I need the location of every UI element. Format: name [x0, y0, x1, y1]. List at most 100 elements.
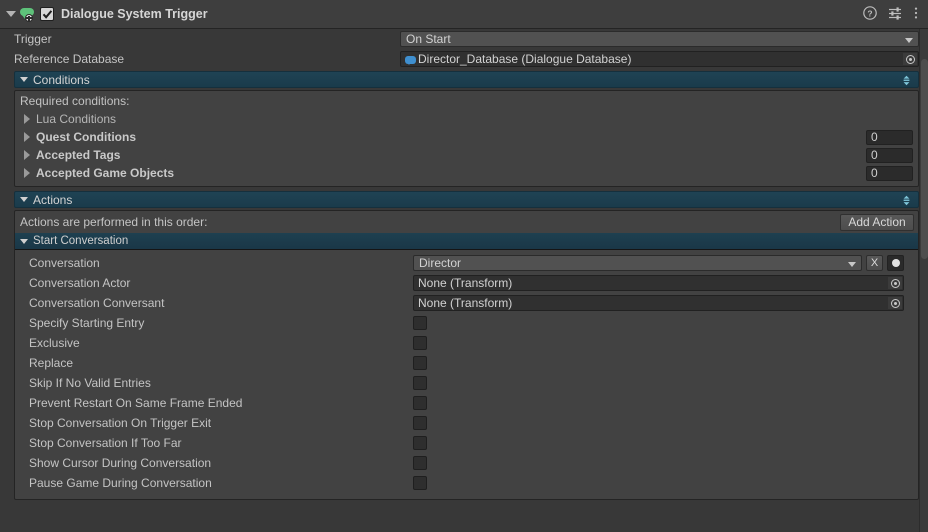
stop-conversation-if-too-far-label: Stop Conversation If Too Far	[29, 436, 182, 450]
start-conversation-header[interactable]: Start Conversation	[15, 233, 918, 250]
help-icon[interactable]: ?	[863, 5, 877, 23]
start-conversation-header-label: Start Conversation	[33, 235, 129, 247]
replace-checkbox[interactable]	[413, 356, 427, 370]
add-action-button[interactable]: Add Action	[840, 213, 914, 231]
conversation-conversant-value: None (Transform)	[418, 296, 513, 310]
prevent-restart-on-same-frame-ended-label: Prevent Restart On Same Frame Ended	[29, 396, 243, 410]
condition-row-accepted-tags[interactable]: Accepted Tags 0	[15, 146, 918, 164]
prevent-restart-on-same-frame-ended-checkbox[interactable]	[413, 396, 427, 410]
stop-conversation-on-trigger-exit-checkbox[interactable]	[413, 416, 427, 430]
field-row-prevent-restart-on-same-frame-ended: Prevent Restart On Same Frame Ended	[15, 393, 918, 413]
condition-row-quest[interactable]: Quest Conditions 0	[15, 128, 918, 146]
condition-label-quest: Quest Conditions	[36, 130, 136, 144]
chevron-down-icon	[848, 262, 856, 267]
svg-text:?: ?	[867, 8, 872, 18]
reference-database-object-field[interactable]: Director_Database (Dialogue Database)	[400, 51, 919, 67]
pick-conversation-button[interactable]	[887, 255, 904, 271]
more-menu-icon[interactable]	[913, 6, 919, 23]
field-row-show-cursor-during-conversation: Show Cursor During Conversation	[15, 453, 918, 473]
field-row-stop-conversation-if-too-far: Stop Conversation If Too Far	[15, 433, 918, 453]
conditions-header[interactable]: Conditions	[14, 71, 919, 88]
field-row-exclusive: Exclusive	[15, 333, 918, 353]
component-foldout-arrow-icon[interactable]	[4, 7, 18, 21]
condition-label-accepted-tags: Accepted Tags	[36, 148, 121, 162]
conversation-label: Conversation	[29, 256, 100, 270]
condition-row-lua[interactable]: Lua Conditions	[15, 110, 918, 128]
component-enabled-checkbox[interactable]	[40, 7, 54, 21]
object-picker-icon[interactable]	[903, 53, 917, 65]
vertical-scrollbar-thumb[interactable]	[921, 59, 928, 259]
conversation-actor-value: None (Transform)	[418, 276, 513, 290]
exclusive-checkbox[interactable]	[413, 336, 427, 350]
chevron-down-icon	[905, 38, 913, 43]
component-header-actions: ?	[863, 5, 922, 23]
exclusive-label: Exclusive	[29, 336, 80, 350]
field-row-conversation-conversant: Conversation Conversant None (Transform)	[15, 293, 918, 313]
field-row-stop-conversation-on-trigger-exit: Stop Conversation On Trigger Exit	[15, 413, 918, 433]
object-picker-icon[interactable]	[888, 277, 902, 289]
conditions-section: Conditions Required conditions: Lua Cond…	[0, 71, 928, 187]
specify-starting-entry-checkbox[interactable]	[413, 316, 427, 330]
stop-conversation-if-too-far-checkbox[interactable]	[413, 436, 427, 450]
actions-header[interactable]: Actions	[14, 191, 919, 208]
condition-label-accepted-game-objects: Accepted Game Objects	[36, 166, 175, 180]
condition-count-accepted-game-objects[interactable]: 0	[866, 165, 913, 181]
property-row-trigger: Trigger On Start	[0, 29, 928, 49]
actions-section: Actions Actions are performed in this or…	[0, 191, 928, 500]
chevron-right-icon[interactable]	[24, 114, 30, 124]
reference-database-value: Director_Database (Dialogue Database)	[418, 52, 632, 66]
clear-conversation-button[interactable]: X	[866, 255, 883, 271]
actions-foldout-icon	[20, 197, 28, 202]
condition-label-lua: Lua Conditions	[36, 112, 117, 126]
conversation-value: Director	[419, 256, 462, 270]
chevron-right-icon[interactable]	[24, 150, 30, 160]
specify-starting-entry-label: Specify Starting Entry	[29, 316, 145, 330]
replace-label: Replace	[29, 356, 74, 370]
field-row-specify-starting-entry: Specify Starting Entry	[15, 313, 918, 333]
show-cursor-during-conversation-label: Show Cursor During Conversation	[29, 456, 212, 470]
conversation-actor-object-field[interactable]: None (Transform)	[413, 275, 904, 291]
dialogue-database-icon	[405, 55, 416, 65]
conversation-dropdown[interactable]: Director	[413, 255, 862, 271]
reorder-handle-icon[interactable]	[901, 75, 912, 89]
field-row-replace: Replace	[15, 353, 918, 373]
preset-icon[interactable]	[888, 6, 902, 23]
condition-count-quest[interactable]: 0	[866, 129, 913, 145]
trigger-dropdown[interactable]: On Start	[400, 31, 919, 47]
reorder-handle-icon[interactable]	[901, 195, 912, 209]
start-conversation-foldout-icon	[20, 238, 28, 244]
conditions-note: Required conditions:	[20, 93, 130, 108]
actions-note-row: Actions are performed in this order: Add…	[15, 211, 918, 233]
component-title: Dialogue System Trigger	[61, 7, 208, 21]
pause-game-during-conversation-label: Pause Game During Conversation	[29, 476, 212, 490]
stop-conversation-on-trigger-exit-label: Stop Conversation On Trigger Exit	[29, 416, 212, 430]
field-row-skip-if-no-valid-entries: Skip If No Valid Entries	[15, 373, 918, 393]
chevron-right-icon[interactable]	[24, 168, 30, 178]
skip-if-no-valid-entries-label: Skip If No Valid Entries	[29, 376, 151, 390]
field-row-conversation-actor: Conversation Actor None (Transform)	[15, 273, 918, 293]
actions-box: Actions are performed in this order: Add…	[14, 210, 919, 500]
conditions-foldout-icon	[20, 77, 28, 82]
vertical-scrollbar-track[interactable]	[919, 29, 928, 532]
reference-database-label: Reference Database	[14, 52, 125, 66]
conversation-actor-label: Conversation Actor	[29, 276, 131, 290]
chevron-right-icon[interactable]	[24, 132, 30, 142]
object-picker-icon[interactable]	[888, 297, 902, 309]
trigger-label: Trigger	[14, 32, 52, 46]
property-row-reference-database: Reference Database Director_Database (Di…	[0, 49, 928, 69]
pause-game-during-conversation-checkbox[interactable]	[413, 476, 427, 490]
field-row-pause-game-during-conversation: Pause Game During Conversation	[15, 473, 918, 493]
conversation-conversant-label: Conversation Conversant	[29, 296, 165, 310]
component-header[interactable]: Dialogue System Trigger ?	[0, 0, 928, 29]
conditions-box: Required conditions: Lua Conditions Ques…	[14, 90, 919, 187]
field-row-conversation: Conversation Director X	[15, 253, 918, 273]
dialogue-system-component-icon	[19, 5, 37, 23]
condition-count-accepted-tags[interactable]: 0	[866, 147, 913, 163]
top-properties: Trigger On Start Reference Database Dire…	[0, 29, 928, 69]
condition-row-accepted-game-objects[interactable]: Accepted Game Objects 0	[15, 164, 918, 182]
show-cursor-during-conversation-checkbox[interactable]	[413, 456, 427, 470]
actions-header-label: Actions	[33, 192, 73, 207]
start-conversation-body: Conversation Director X Conversation Act…	[15, 250, 918, 499]
skip-if-no-valid-entries-checkbox[interactable]	[413, 376, 427, 390]
conversation-conversant-object-field[interactable]: None (Transform)	[413, 295, 904, 311]
